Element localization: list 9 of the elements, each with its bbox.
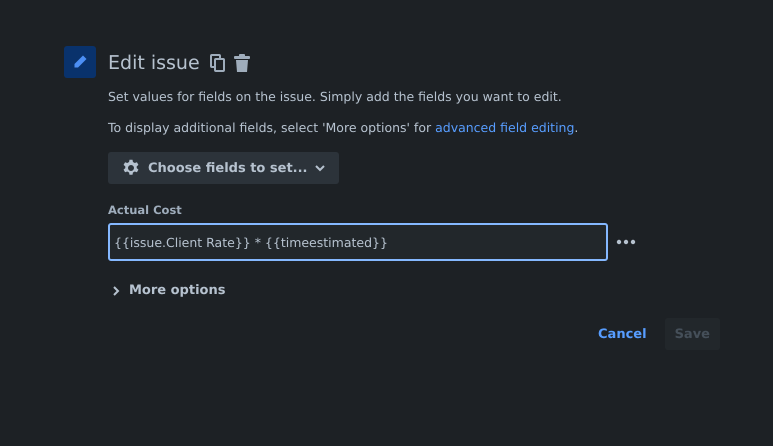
more-options-toggle[interactable]: More options — [108, 283, 226, 298]
field-label: Actual Cost — [108, 203, 183, 217]
cancel-link[interactable]: Cancel — [588, 318, 657, 350]
actual-cost-field[interactable]: {{issue.Client Rate}} * {{timeestimated}} — [108, 223, 608, 261]
hint-text: To display additional fields, select 'More options' for advanced field editing. — [108, 119, 580, 137]
advanced-editing-link[interactable]: advanced field editing — [435, 120, 574, 135]
description-text: Set values for fields on the issue. Simply add the fields you want to edit. — [108, 88, 563, 106]
panel-title: Edit issue — [108, 52, 200, 74]
choose-fields-button[interactable]: Choose fields to set... — [108, 152, 340, 184]
